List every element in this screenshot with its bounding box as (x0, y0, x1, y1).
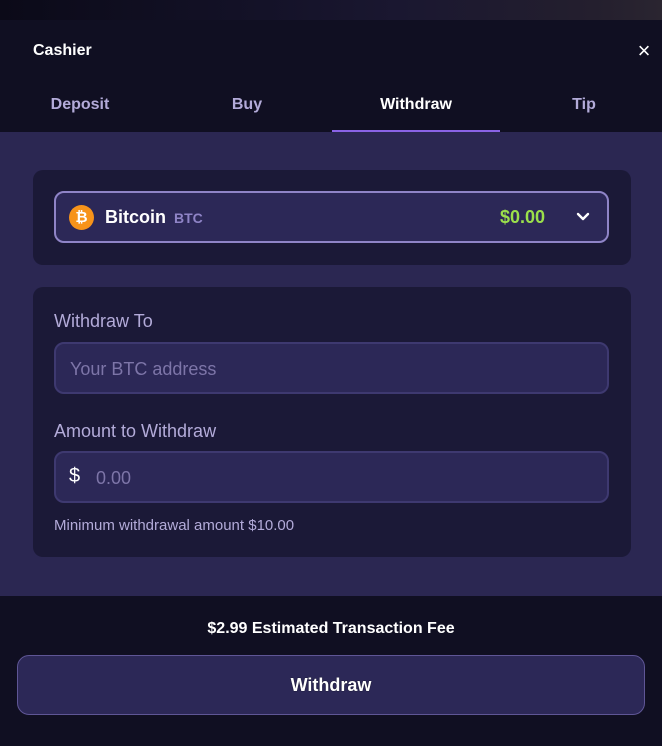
withdraw-button[interactable]: Withdraw (17, 655, 645, 715)
amount-field: $ (54, 451, 609, 503)
address-input[interactable] (68, 344, 592, 394)
currency-card: ₿ Bitcoin BTC $0.00 (33, 170, 631, 265)
amount-input[interactable] (94, 453, 598, 503)
currency-dropdown[interactable]: ₿ Bitcoin BTC $0.00 (54, 191, 609, 243)
cashier-modal: Cashier × Deposit Buy Withdraw Tip ₿ Bit… (0, 20, 662, 746)
tab-deposit[interactable]: Deposit (0, 82, 160, 130)
withdraw-panel: ₿ Bitcoin BTC $0.00 Withdraw To Amount t… (0, 132, 662, 596)
currency-ticker: BTC (174, 210, 203, 226)
minimum-withdrawal-note: Minimum withdrawal amount $10.00 (54, 517, 295, 534)
modal-title: Cashier (33, 42, 92, 59)
modal-footer: $2.99 Estimated Transaction Fee Withdraw (0, 596, 662, 746)
chevron-down-icon (576, 212, 590, 221)
tab-buy[interactable]: Buy (166, 82, 328, 130)
withdraw-to-label: Withdraw To (54, 311, 153, 331)
tab-bar: Deposit Buy Withdraw Tip (0, 82, 662, 132)
close-icon[interactable]: × (634, 40, 654, 62)
withdraw-form-card: Withdraw To Amount to Withdraw $ Minimum… (33, 287, 631, 557)
transaction-fee-text: $2.99 Estimated Transaction Fee (207, 620, 455, 637)
dollar-prefix: $ (69, 465, 81, 487)
currency-balance: $0.00 (500, 207, 546, 227)
background-strip (0, 0, 662, 20)
tab-tip[interactable]: Tip (504, 82, 662, 130)
currency-name: Bitcoin (105, 207, 166, 227)
address-field (54, 342, 609, 394)
amount-label: Amount to Withdraw (54, 421, 217, 441)
bitcoin-icon: ₿ (69, 205, 94, 230)
tab-withdraw[interactable]: Withdraw (332, 82, 500, 132)
modal-header: Cashier × (0, 20, 662, 82)
